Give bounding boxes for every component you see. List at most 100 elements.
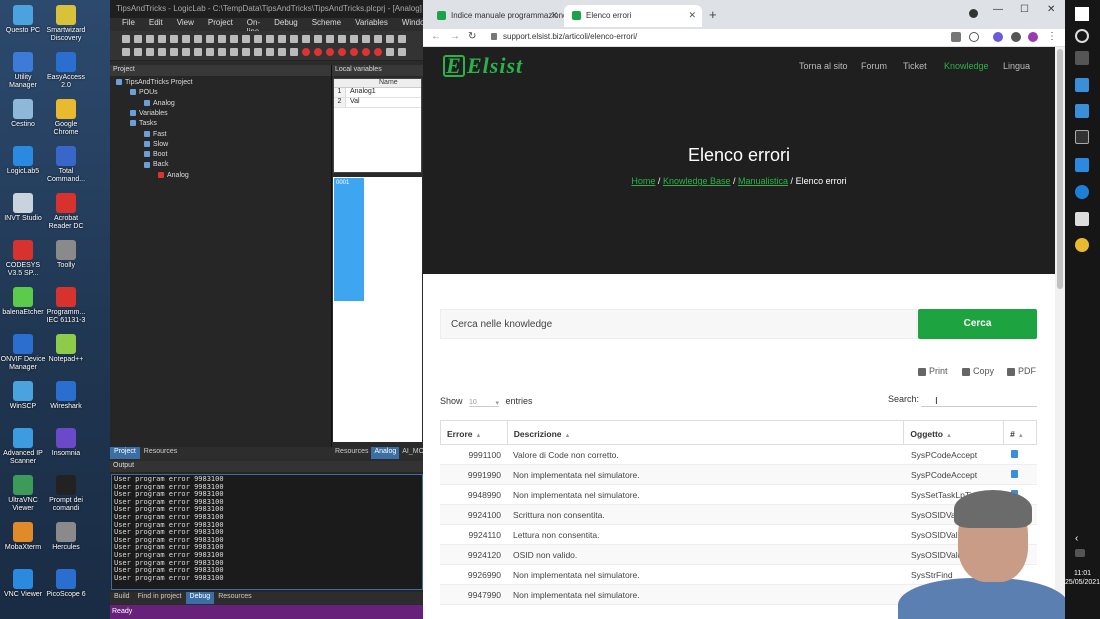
toolbar-button[interactable] <box>194 35 202 43</box>
menu-item-debug[interactable]: Debug <box>274 18 298 31</box>
toolbar-button[interactable] <box>170 35 178 43</box>
volume-icon[interactable] <box>1075 549 1085 557</box>
toolbar-button[interactable] <box>122 48 130 56</box>
toolbar-button[interactable] <box>218 35 226 43</box>
desktop-icon[interactable]: Toolly <box>43 240 89 270</box>
toolbar-button[interactable] <box>134 48 142 56</box>
toolbar-button[interactable] <box>122 35 130 43</box>
maximize-button[interactable]: ☐ <box>1020 4 1029 15</box>
desktop-icon[interactable]: MobaXterm <box>0 522 46 552</box>
toolbar-button[interactable] <box>242 35 250 43</box>
translate-icon[interactable] <box>951 32 961 42</box>
toolbar-button[interactable] <box>218 48 226 56</box>
toolbar-button[interactable] <box>362 48 370 56</box>
task-view-icon[interactable] <box>1075 51 1089 65</box>
desktop-icon[interactable]: Smartwizard Discovery <box>43 5 89 43</box>
nav-ticket[interactable]: Ticket <box>903 61 927 71</box>
windows-start-icon[interactable] <box>1075 7 1089 21</box>
pdf-button[interactable]: PDF <box>1007 366 1036 376</box>
toolbar-button[interactable] <box>374 35 382 43</box>
tree-item[interactable]: Fast <box>144 131 167 138</box>
toolbar-button[interactable] <box>158 48 166 56</box>
back-arrow-icon[interactable]: ← <box>431 31 441 42</box>
star-icon[interactable] <box>969 32 979 42</box>
search-icon[interactable] <box>1075 29 1089 43</box>
avatar[interactable] <box>1028 32 1038 42</box>
close-window-button[interactable]: ✕ <box>1047 4 1055 15</box>
breadcrumb-manualistica[interactable]: Manualistica <box>738 176 788 186</box>
edge-icon[interactable] <box>1075 185 1089 199</box>
close-icon[interactable]: ✕ <box>688 10 696 21</box>
toolbar-button[interactable] <box>182 48 190 56</box>
terminal-icon[interactable] <box>1075 130 1089 144</box>
tab-debug[interactable]: Debug <box>185 592 215 604</box>
toolbar-button[interactable] <box>230 35 238 43</box>
toolbar-button[interactable] <box>278 35 286 43</box>
column-descrizione[interactable]: Descrizione ▲ <box>508 421 905 444</box>
forward-arrow-icon[interactable]: → <box>450 31 460 42</box>
tab-find-in-project[interactable]: Find in project <box>134 592 186 604</box>
tab-project[interactable]: Project <box>110 447 140 459</box>
toolbar-button[interactable] <box>338 35 346 43</box>
menu-item-scheme[interactable]: Scheme <box>312 18 341 31</box>
network-block[interactable]: 0001 <box>334 178 364 301</box>
toolbar-button[interactable] <box>146 35 154 43</box>
toolbar-button[interactable] <box>290 48 298 56</box>
toolbar-button[interactable] <box>374 48 382 56</box>
nav-forum[interactable]: Forum <box>861 61 887 71</box>
toolbar-button[interactable] <box>314 35 322 43</box>
toolbar-button[interactable] <box>398 35 406 43</box>
toolbar-button[interactable] <box>350 48 358 56</box>
desktop-icon[interactable]: Google Chrome <box>43 99 89 137</box>
puzzle-icon[interactable] <box>1011 32 1021 42</box>
column-errore[interactable]: Errore ▲ <box>441 421 508 444</box>
desktop-icon[interactable]: CODESYS V3.5 SP... <box>0 240 46 278</box>
column-oggetto[interactable]: Oggetto ▲ <box>904 421 1005 444</box>
chrome-icon[interactable] <box>1075 238 1089 252</box>
desktop-icon[interactable]: LogicLab5 <box>0 146 46 176</box>
tab-resources[interactable]: Resources <box>214 592 255 604</box>
logiclab-icon[interactable] <box>1075 158 1089 172</box>
desktop-icon[interactable]: Acrobat Reader DC <box>43 193 89 231</box>
toolbar-button[interactable] <box>314 48 322 56</box>
desktop-icon[interactable]: EasyAccess 2.0 <box>43 52 89 90</box>
desktop-icon[interactable]: UltraVNC Viewer <box>0 475 46 513</box>
document-icon[interactable] <box>1011 470 1018 478</box>
tab-indice-manuale[interactable]: Indice manuale programmazione ✕ <box>429 5 564 27</box>
tree-item[interactable]: POUs <box>130 89 158 96</box>
toolbar-button[interactable] <box>278 48 286 56</box>
column-hash[interactable]: # ▲ <box>1004 421 1036 444</box>
menu-item-on-line[interactable]: On-line <box>247 18 260 36</box>
print-button[interactable]: Print <box>918 366 948 376</box>
menu-item-variables[interactable]: Variables <box>355 18 388 31</box>
toolbar-button[interactable] <box>206 35 214 43</box>
toolbar-button[interactable] <box>242 48 250 56</box>
toolbar-button[interactable] <box>158 35 166 43</box>
tree-item[interactable]: Boot <box>144 151 167 158</box>
document-icon[interactable] <box>1011 450 1018 458</box>
toolbar-button[interactable] <box>134 35 142 43</box>
code-editor[interactable]: 0001 <box>333 177 422 442</box>
toolbar-button[interactable] <box>170 48 178 56</box>
nav-knowledge[interactable]: Knowledge <box>944 61 989 71</box>
clock[interactable]: 11:01 25/05/2021 <box>1065 569 1100 587</box>
desktop-icon[interactable]: Cestino <box>0 99 46 129</box>
table-search-input[interactable] <box>921 391 1037 407</box>
desktop-icon[interactable]: WinSCP <box>0 381 46 411</box>
toolbar-button[interactable] <box>266 35 274 43</box>
app-icon[interactable] <box>1075 78 1089 92</box>
toolbar-button[interactable] <box>302 35 310 43</box>
table-row[interactable]: 9991100 Valore di Code non corretto. SysPC… <box>440 445 1037 465</box>
toolbar-button[interactable] <box>290 35 298 43</box>
close-icon[interactable]: ✕ <box>550 10 558 21</box>
menu-item-file[interactable]: File <box>122 18 135 31</box>
tab-resources[interactable]: Resources <box>332 447 371 459</box>
desktop-icon[interactable]: Utility Manager <box>0 52 46 90</box>
toolbar-button[interactable] <box>254 35 262 43</box>
menu-item-edit[interactable]: Edit <box>149 18 163 31</box>
toolbar-button[interactable] <box>362 35 370 43</box>
desktop-icon[interactable]: Advanced IP Scanner <box>0 428 46 466</box>
toolbar-button[interactable] <box>194 48 202 56</box>
variable-row[interactable]: 2 Val <box>334 98 421 108</box>
variable-row[interactable]: 1 Analog1 <box>334 88 421 98</box>
